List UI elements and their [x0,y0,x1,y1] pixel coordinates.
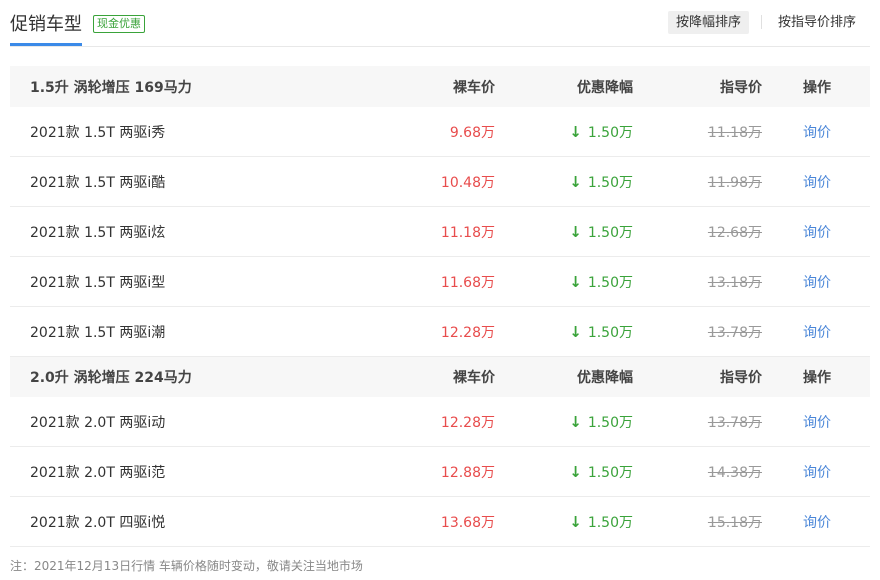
table-row: 2021款 1.5T 两驱i型 11.68万 ↓ 1.50万 13.18万 询价 [10,257,870,307]
sort-divider [761,15,762,29]
sort-by-discount-button[interactable]: 按降幅排序 [668,11,750,34]
guide-price: 15.18万 [707,514,762,531]
inquire-price-link[interactable]: 询价 [803,307,831,356]
discount-value: 1.50万 [587,514,633,531]
table-row: 2021款 2.0T 两驱i动 12.28万 ↓ 1.50万 13.78万 询价 [10,397,870,447]
bare-price: 9.68万 [449,124,495,141]
inquire-price-link[interactable]: 询价 [803,447,831,496]
price-note: 注：2021年12月13日行情 车辆价格随时变动，敬请关注当地市场 [10,559,363,573]
down-arrow-icon: ↓ [569,222,582,241]
col-header-discount: 优惠降幅 [577,370,633,386]
discount-value: 1.50万 [587,414,633,431]
model-name: 2021款 2.0T 两驱i范 [30,464,166,481]
promo-header: 促销车型 现金优惠 按降幅排序 按指导价排序 [10,0,870,47]
inquire-price-link[interactable]: 询价 [803,157,831,206]
discount-amount: ↓ 1.50万 [569,257,633,306]
guide-price: 12.68万 [707,224,762,241]
bare-price: 10.48万 [440,174,495,191]
col-header-discount: 优惠降幅 [577,79,633,96]
discount-amount: ↓ 1.50万 [569,107,633,156]
table-row: 2021款 2.0T 四驱i悦 13.68万 ↓ 1.50万 15.18万 询价 [10,497,870,547]
discount-amount: ↓ 1.50万 [569,497,633,546]
col-header-guide-price: 指导价 [720,370,762,386]
col-header-price: 裸车价 [453,79,495,96]
sort-by-guide-price-button[interactable]: 按指导价排序 [778,11,856,34]
discount-value: 1.50万 [587,464,633,481]
table-row: 2021款 1.5T 两驱i炫 11.18万 ↓ 1.50万 12.68万 询价 [10,207,870,257]
model-name: 2021款 1.5T 两驱i秀 [30,124,166,141]
cash-discount-badge: 现金优惠 [93,15,145,33]
page-title: 促销车型 [10,14,82,35]
discount-amount: ↓ 1.50万 [569,207,633,256]
discount-amount: ↓ 1.50万 [569,307,633,356]
guide-price: 13.78万 [707,324,762,341]
bare-price: 12.28万 [440,324,495,341]
engine-group-name: 2.0升 涡轮增压 224马力 [30,370,192,386]
model-name: 2021款 1.5T 两驱i炫 [30,224,166,241]
model-name: 2021款 1.5T 两驱i型 [30,274,166,291]
down-arrow-icon: ↓ [569,272,582,291]
model-name: 2021款 2.0T 四驱i悦 [30,514,166,531]
table-row: 2021款 2.0T 两驱i范 12.88万 ↓ 1.50万 14.38万 询价 [10,447,870,497]
col-header-operation: 操作 [803,370,831,386]
bare-price: 12.28万 [440,414,495,431]
down-arrow-icon: ↓ [569,172,582,191]
engine-group-name: 1.5升 涡轮增压 169马力 [30,79,192,96]
model-name: 2021款 1.5T 两驱i潮 [30,324,166,341]
guide-price: 14.38万 [707,464,762,481]
model-name: 2021款 2.0T 两驱i动 [30,414,166,431]
engine-group-header: 1.5升 涡轮增压 169马力 裸车价 优惠降幅 指导价 操作 [10,66,870,107]
discount-value: 1.50万 [587,324,633,341]
table-row: 2021款 1.5T 两驱i潮 12.28万 ↓ 1.50万 13.78万 询价 [10,307,870,357]
table-row: 2021款 1.5T 两驱i酷 10.48万 ↓ 1.50万 11.98万 询价 [10,157,870,207]
inquire-price-link[interactable]: 询价 [803,257,831,306]
col-header-price: 裸车价 [453,370,495,386]
model-name: 2021款 1.5T 两驱i酷 [30,174,166,191]
discount-amount: ↓ 1.50万 [569,447,633,496]
guide-price: 13.18万 [707,274,762,291]
down-arrow-icon: ↓ [569,122,582,141]
down-arrow-icon: ↓ [569,462,582,481]
down-arrow-icon: ↓ [569,512,582,531]
inquire-price-link[interactable]: 询价 [803,207,831,256]
guide-price: 11.98万 [707,174,762,191]
inquire-price-link[interactable]: 询价 [803,397,831,446]
down-arrow-icon: ↓ [569,412,582,431]
col-header-guide-price: 指导价 [720,79,762,96]
discount-amount: ↓ 1.50万 [569,397,633,446]
guide-price: 11.18万 [707,124,762,141]
active-tab-underline [10,43,82,46]
discount-value: 1.50万 [587,224,633,241]
engine-group-header: 2.0升 涡轮增压 224马力 裸车价 优惠降幅 指导价 操作 [10,357,870,397]
bare-price: 13.68万 [440,514,495,531]
promo-table: 1.5升 涡轮增压 169马力 裸车价 优惠降幅 指导价 操作 2021款 1.… [10,66,870,547]
col-header-operation: 操作 [803,79,831,96]
bare-price: 11.68万 [440,274,495,291]
guide-price: 13.78万 [707,414,762,431]
inquire-price-link[interactable]: 询价 [803,107,831,156]
bare-price: 11.18万 [440,224,495,241]
discount-value: 1.50万 [587,274,633,291]
discount-value: 1.50万 [587,174,633,191]
bare-price: 12.88万 [440,464,495,481]
discount-amount: ↓ 1.50万 [569,157,633,206]
table-row: 2021款 1.5T 两驱i秀 9.68万 ↓ 1.50万 11.18万 询价 [10,107,870,157]
discount-value: 1.50万 [587,124,633,141]
down-arrow-icon: ↓ [569,322,582,341]
inquire-price-link[interactable]: 询价 [803,497,831,546]
